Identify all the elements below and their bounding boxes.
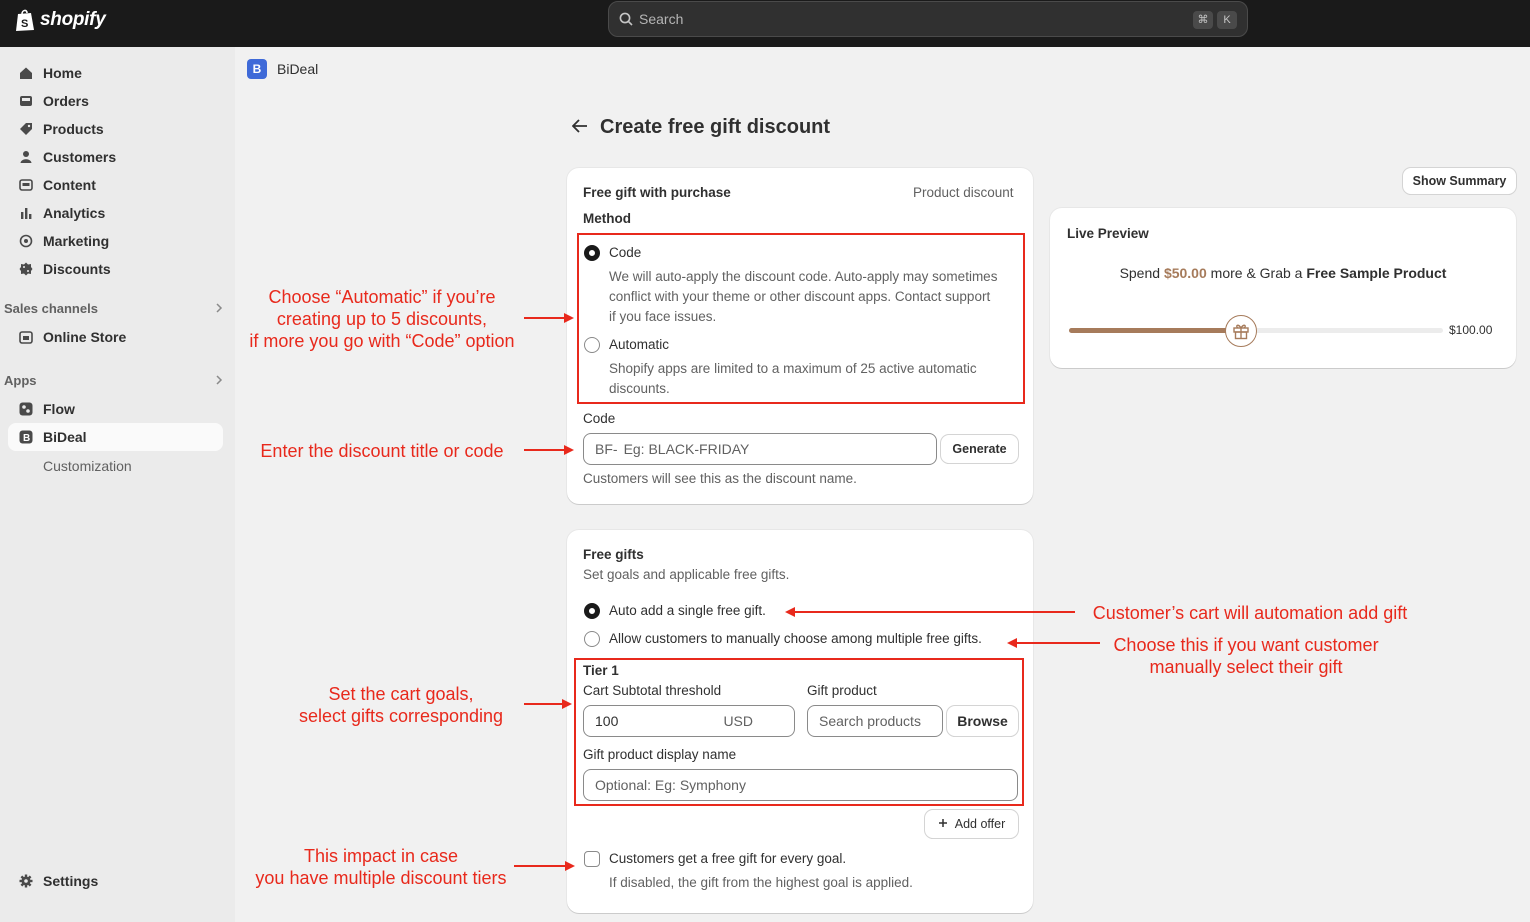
annotation-arrows bbox=[514, 313, 1100, 871]
